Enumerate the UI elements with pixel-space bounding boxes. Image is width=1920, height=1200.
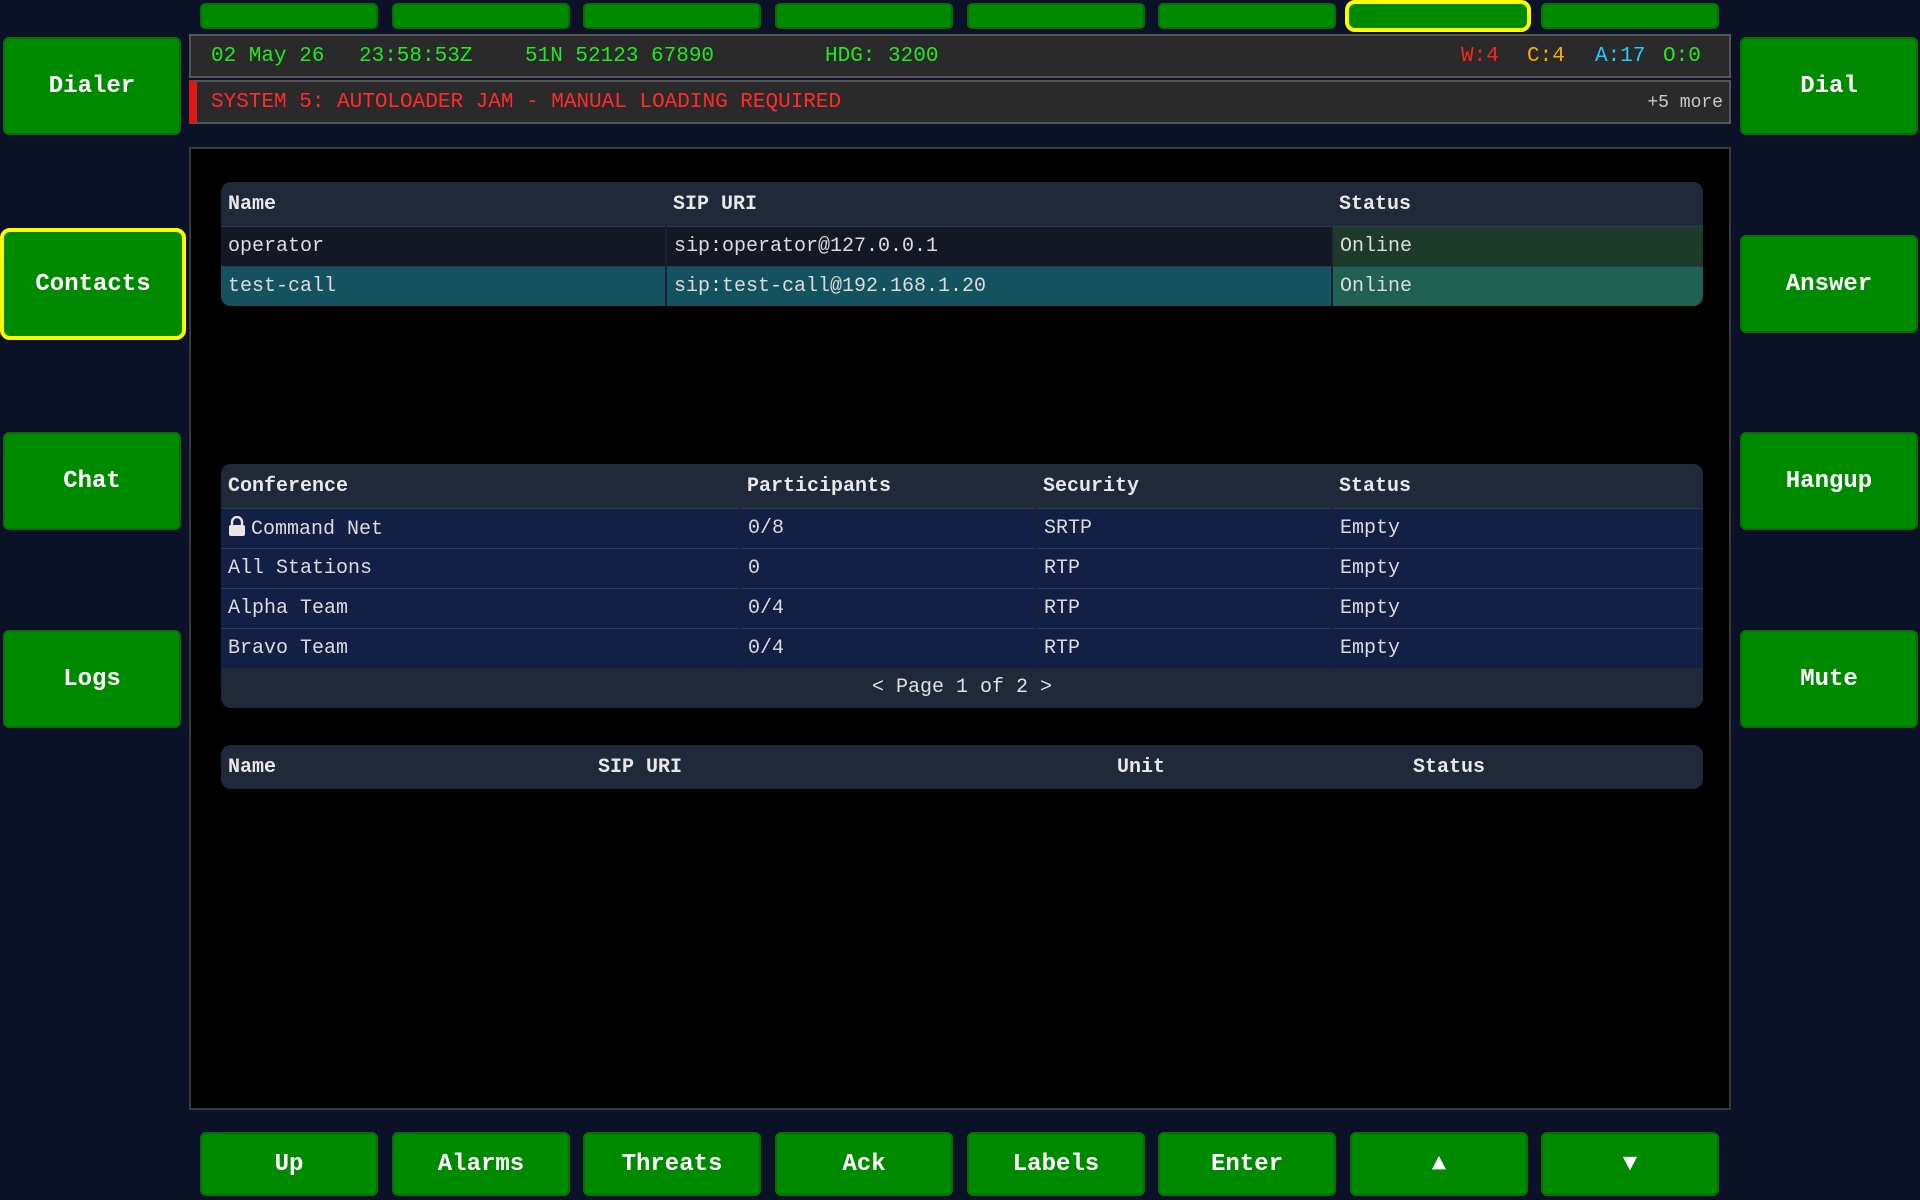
contact-uri: sip:test-call@192.168.1.20: [666, 266, 1333, 306]
labels-button[interactable]: Labels: [967, 1132, 1145, 1196]
warning-count: W:4: [1461, 45, 1499, 68]
other-count: O:0: [1663, 45, 1701, 68]
contact-name: test-call: [221, 266, 667, 306]
conference-participants: 0/4: [740, 588, 1037, 629]
nav-chat-button[interactable]: Chat: [3, 432, 181, 530]
conference-status: Empty: [1332, 588, 1703, 629]
conference-pager[interactable]: < Page 1 of 2 >: [221, 668, 1703, 708]
contact-row[interactable]: operator sip:operator@127.0.0.1 Online: [221, 226, 1703, 267]
contacts-header-status: Status: [1332, 182, 1703, 227]
conference-status: Empty: [1332, 548, 1703, 589]
top-softkey-3[interactable]: [583, 3, 761, 29]
contact-row-selected[interactable]: test-call sip:test-call@192.168.1.20 Onl…: [221, 266, 1703, 306]
up-button[interactable]: Up: [200, 1132, 378, 1196]
units-header-unit: Unit: [1110, 745, 1406, 789]
contacts-header-name: Name: [221, 182, 666, 227]
conference-security: RTP: [1036, 628, 1333, 668]
conf-header-security: Security: [1036, 464, 1332, 509]
units-header-name: Name: [221, 745, 591, 789]
alert-text: SYSTEM 5: AUTOLOADER JAM - MANUAL LOADIN…: [211, 91, 842, 114]
status-date: 02 May 26: [211, 45, 325, 68]
top-softkey-8[interactable]: [1541, 3, 1719, 29]
conference-status: Empty: [1332, 628, 1703, 668]
conference-status: Empty: [1332, 508, 1703, 549]
status-position: 51N 52123 67890: [525, 45, 715, 68]
dial-button[interactable]: Dial: [1740, 37, 1918, 135]
alarms-button[interactable]: Alarms: [392, 1132, 570, 1196]
conf-header-conference: Conference: [221, 464, 740, 509]
lock-icon: [229, 516, 245, 536]
top-softkey-4[interactable]: [775, 3, 953, 29]
conference-security: SRTP: [1036, 508, 1333, 549]
conference-row[interactable]: Bravo Team 0/4 RTP Empty: [221, 628, 1703, 668]
nav-logs-button[interactable]: Logs: [3, 630, 181, 728]
contact-name: operator: [221, 226, 667, 267]
top-softkey-2[interactable]: [392, 3, 570, 29]
conference-name: Command Net: [251, 518, 384, 541]
contacts-header-uri: SIP URI: [666, 182, 1332, 227]
conference-name: All Stations: [221, 548, 741, 589]
conference-row[interactable]: Alpha Team 0/4 RTP Empty: [221, 588, 1703, 629]
status-time: 23:58:53Z: [359, 45, 473, 68]
conference-name: Bravo Team: [221, 628, 741, 668]
contact-status: Online: [1332, 266, 1703, 306]
conference-participants: 0: [740, 548, 1037, 589]
units-table: Name SIP URI Unit Status: [221, 745, 1703, 789]
contacts-table: Name SIP URI Status operator sip:operato…: [221, 182, 1703, 306]
conf-header-participants: Participants: [740, 464, 1036, 509]
conference-participants: 0/8: [740, 508, 1037, 549]
enter-button[interactable]: Enter: [1158, 1132, 1336, 1196]
alert-more-link[interactable]: +5 more: [1647, 93, 1723, 113]
main-panel: Name SIP URI Status operator sip:operato…: [189, 147, 1731, 1110]
conference-row[interactable]: Command Net 0/8 SRTP Empty: [221, 508, 1703, 549]
units-header-uri: SIP URI: [591, 745, 1110, 789]
hangup-button[interactable]: Hangup: [1740, 432, 1918, 530]
advisory-count: A:17: [1595, 45, 1646, 68]
conferences-table: Conference Participants Security Status …: [221, 464, 1703, 708]
status-bar: 02 May 26 23:58:53Z 51N 52123 67890 HDG:…: [189, 34, 1731, 78]
mute-button[interactable]: Mute: [1740, 630, 1918, 728]
contact-status: Online: [1332, 226, 1703, 267]
conference-security: RTP: [1036, 548, 1333, 589]
status-heading: HDG: 3200: [825, 45, 939, 68]
scroll-down-button[interactable]: ▼: [1541, 1132, 1719, 1196]
conference-security: RTP: [1036, 588, 1333, 629]
caution-count: C:4: [1527, 45, 1565, 68]
top-softkey-1[interactable]: [200, 3, 378, 29]
top-softkey-6[interactable]: [1158, 3, 1336, 29]
alert-banner[interactable]: SYSTEM 5: AUTOLOADER JAM - MANUAL LOADIN…: [189, 80, 1731, 124]
conference-row[interactable]: All Stations 0 RTP Empty: [221, 548, 1703, 589]
contact-uri: sip:operator@127.0.0.1: [666, 226, 1333, 267]
nav-contacts-button[interactable]: Contacts: [0, 228, 186, 340]
scroll-up-button[interactable]: ▲: [1350, 1132, 1528, 1196]
conference-name: Alpha Team: [221, 588, 741, 629]
conf-header-status: Status: [1332, 464, 1703, 509]
nav-dialer-button[interactable]: Dialer: [3, 37, 181, 135]
threats-button[interactable]: Threats: [583, 1132, 761, 1196]
top-softkey-7[interactable]: [1345, 0, 1531, 32]
units-header-status: Status: [1406, 745, 1703, 789]
top-softkey-5[interactable]: [967, 3, 1145, 29]
answer-button[interactable]: Answer: [1740, 235, 1918, 333]
conference-participants: 0/4: [740, 628, 1037, 668]
ack-button[interactable]: Ack: [775, 1132, 953, 1196]
